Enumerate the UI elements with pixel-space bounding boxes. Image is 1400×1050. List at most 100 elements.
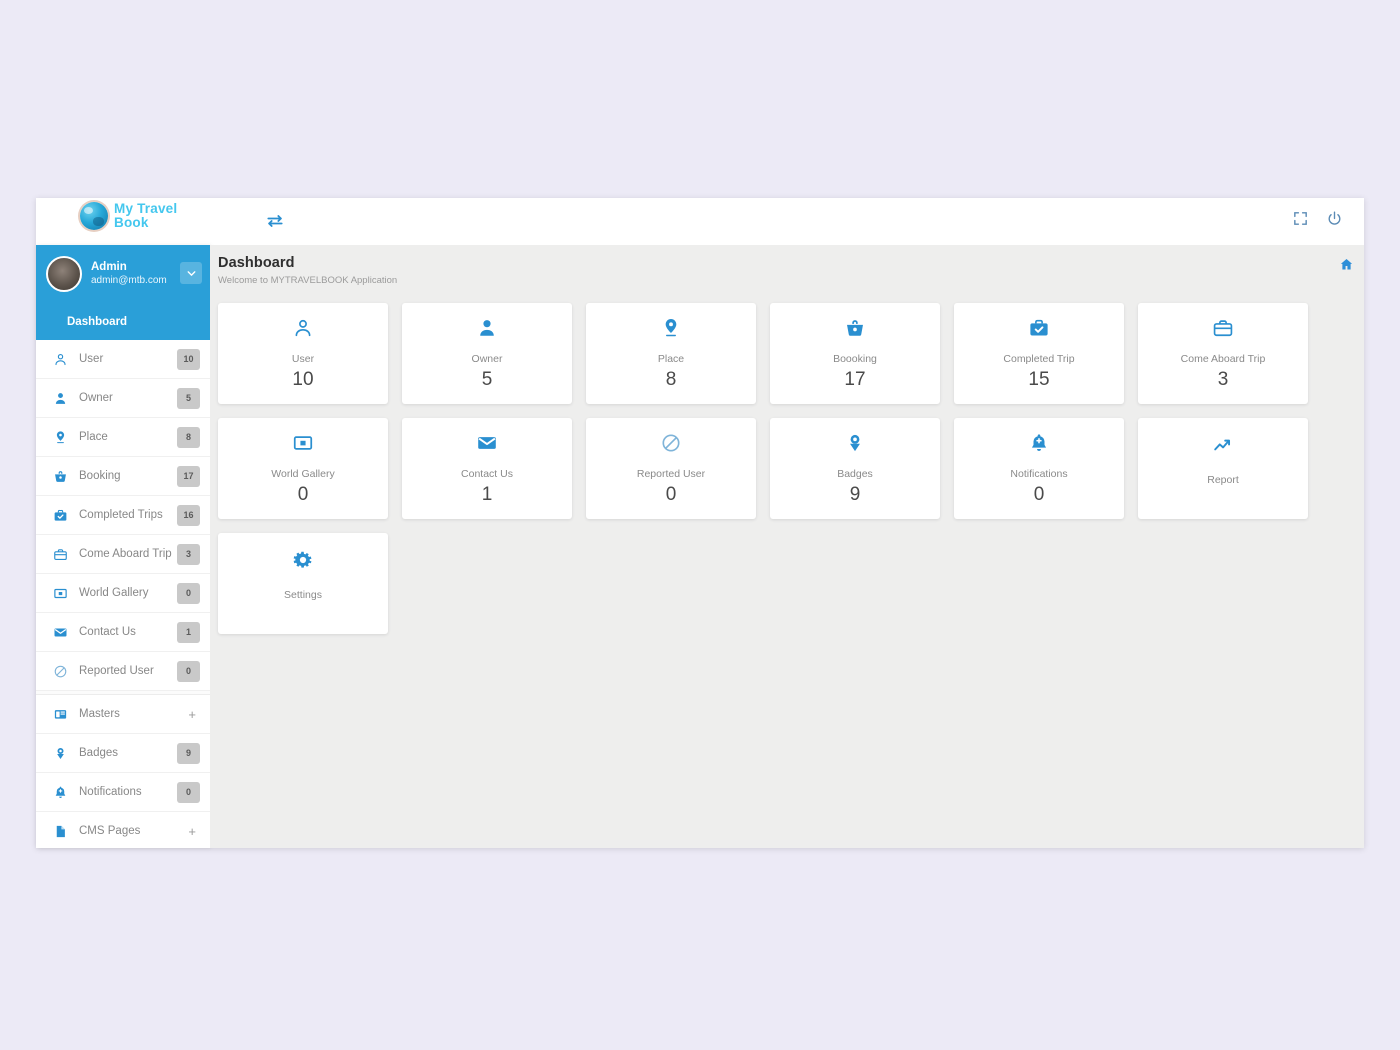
profile-block[interactable]: Admin admin@mtb.com bbox=[36, 245, 210, 303]
stat-card-label: Completed Trip bbox=[1003, 353, 1074, 365]
home-icon[interactable] bbox=[1339, 257, 1354, 272]
stat-card-label: Boooking bbox=[833, 353, 877, 365]
badge-icon bbox=[52, 745, 68, 761]
application-window: My Travel Book bbox=[36, 198, 1364, 848]
sidebar-item-label: Notifications bbox=[79, 786, 142, 798]
sidebar-item-badge: 5 bbox=[177, 388, 200, 409]
sidebar-item-notifications[interactable]: Notifications0 bbox=[36, 773, 210, 812]
briefcase-check-icon bbox=[52, 507, 68, 523]
logo-line-2: Book bbox=[114, 216, 177, 230]
stat-card-label: Owner bbox=[472, 353, 503, 365]
stat-card-come-aboard-trip[interactable]: Come Aboard Trip3 bbox=[1138, 303, 1308, 404]
top-header-bar: My Travel Book bbox=[36, 198, 1364, 246]
sidebar: Admin admin@mtb.com Dashboard User10 Own… bbox=[36, 245, 210, 848]
briefcase-check-icon bbox=[1028, 317, 1050, 339]
ban-icon bbox=[660, 432, 682, 454]
stat-card-label: Report bbox=[1207, 474, 1239, 486]
sidebar-item-booking[interactable]: Booking17 bbox=[36, 457, 210, 496]
sidebar-item-completed-trips[interactable]: Completed Trips 16 bbox=[36, 496, 210, 535]
stat-card-value: 0 bbox=[298, 484, 309, 506]
user-filled-icon bbox=[476, 317, 498, 339]
sidebar-item-badges[interactable]: Badges 9 bbox=[36, 734, 210, 773]
stat-card-value: 0 bbox=[1034, 484, 1045, 506]
basket-icon bbox=[52, 468, 68, 484]
sidebar-item-label: Completed Trips bbox=[79, 509, 163, 521]
sidebar-item-owner[interactable]: Owner 5 bbox=[36, 379, 210, 418]
user-outline-icon bbox=[292, 317, 314, 339]
stat-card-value: 5 bbox=[482, 369, 493, 391]
stat-card-report[interactable]: Report bbox=[1138, 418, 1308, 519]
expand-plus-icon[interactable]: + bbox=[188, 707, 196, 722]
mail-icon bbox=[52, 624, 68, 640]
stat-card-boooking[interactable]: Boooking 17 bbox=[770, 303, 940, 404]
stat-card-label: Badges bbox=[837, 468, 873, 480]
sidebar-item-label: World Gallery bbox=[79, 587, 148, 599]
logo-line-1: My Travel bbox=[114, 202, 177, 216]
expand-plus-icon[interactable]: + bbox=[188, 824, 196, 839]
stat-card-value: 17 bbox=[844, 369, 865, 391]
stat-card-label: Notifications bbox=[1010, 468, 1067, 480]
avatar bbox=[46, 256, 82, 292]
stat-card-label: World Gallery bbox=[271, 468, 334, 480]
badge-icon bbox=[844, 432, 866, 454]
sidebar-item-masters[interactable]: Masters+ bbox=[36, 695, 210, 734]
stat-card-place[interactable]: Place8 bbox=[586, 303, 756, 404]
sidebar-item-label: Badges bbox=[79, 747, 118, 759]
sidebar-item-world-gallery[interactable]: World Gallery0 bbox=[36, 574, 210, 613]
sidebar-item-come-aboard-trip[interactable]: Come Aboard Trip 3 bbox=[36, 535, 210, 574]
sidebar-item-label: Dashboard bbox=[67, 316, 127, 328]
stat-card-notifications[interactable]: Notifications 0 bbox=[954, 418, 1124, 519]
stat-card-owner[interactable]: Owner 5 bbox=[402, 303, 572, 404]
sidebar-item-badge: 10 bbox=[177, 349, 200, 370]
app-logo[interactable]: My Travel Book bbox=[80, 202, 177, 230]
briefcase-icon bbox=[1212, 317, 1234, 339]
header-actions bbox=[1292, 210, 1344, 228]
globe-icon bbox=[80, 202, 108, 230]
sidebar-item-label: Place bbox=[79, 431, 108, 443]
sidebar-item-badge: 1 bbox=[177, 622, 200, 643]
stat-card-badges[interactable]: Badges 9 bbox=[770, 418, 940, 519]
sidebar-item-user[interactable]: User 10 bbox=[36, 340, 210, 379]
page-header: Dashboard Welcome to MYTRAVELBOOK Applic… bbox=[210, 245, 1364, 297]
mail-icon bbox=[476, 432, 498, 454]
sidebar-item-badge: 17 bbox=[177, 466, 200, 487]
stat-card-value: 10 bbox=[292, 369, 313, 391]
power-icon[interactable] bbox=[1326, 210, 1344, 228]
sidebar-item-reported-user[interactable]: Reported User0 bbox=[36, 652, 210, 691]
stat-card-user[interactable]: User10 bbox=[218, 303, 388, 404]
stat-card-value: 9 bbox=[850, 484, 861, 506]
sidebar-item-badge: 3 bbox=[177, 544, 200, 565]
sidebar-item-dashboard[interactable]: Dashboard bbox=[36, 303, 210, 340]
sidebar-item-label: Come Aboard Trip bbox=[79, 548, 172, 560]
stat-card-value: 1 bbox=[482, 484, 493, 506]
sidebar-item-contact-us[interactable]: Contact Us1 bbox=[36, 613, 210, 652]
map-pin-icon bbox=[52, 429, 68, 445]
profile-name: Admin bbox=[91, 261, 167, 275]
sidebar-item-label: Owner bbox=[79, 392, 113, 404]
sidebar-toggle-icon[interactable] bbox=[264, 211, 286, 231]
sidebar-item-badge: 9 bbox=[177, 743, 200, 764]
stat-card-contact-us[interactable]: Contact Us1 bbox=[402, 418, 572, 519]
gear-icon bbox=[292, 549, 314, 571]
fullscreen-icon[interactable] bbox=[1292, 210, 1310, 228]
bell-plus-icon bbox=[52, 784, 68, 800]
chevron-down-icon[interactable] bbox=[180, 262, 202, 284]
stat-card-completed-trip[interactable]: Completed Trip15 bbox=[954, 303, 1124, 404]
stat-card-reported-user[interactable]: Reported User0 bbox=[586, 418, 756, 519]
logo-text: My Travel Book bbox=[114, 202, 177, 230]
sidebar-nav: Dashboard User10 Owner5 Place8 Booking17… bbox=[36, 303, 210, 848]
stat-card-world-gallery[interactable]: World Gallery 0 bbox=[218, 418, 388, 519]
sidebar-item-place[interactable]: Place 8 bbox=[36, 418, 210, 457]
sidebar-item-badge: 0 bbox=[177, 661, 200, 682]
stat-card-label: Reported User bbox=[637, 468, 705, 480]
profile-meta: Admin admin@mtb.com bbox=[91, 261, 167, 286]
stat-card-label: Come Aboard Trip bbox=[1181, 353, 1266, 365]
sidebar-item-label: User bbox=[79, 353, 103, 365]
sidebar-item-cms-pages[interactable]: CMS Pages+ bbox=[36, 812, 210, 848]
basket-icon bbox=[844, 317, 866, 339]
sidebar-item-badge: 8 bbox=[177, 427, 200, 448]
stat-card-settings[interactable]: Settings bbox=[218, 533, 388, 634]
stat-card-label: Settings bbox=[284, 589, 322, 601]
gallery-icon bbox=[292, 432, 314, 454]
sidebar-item-badge: 16 bbox=[177, 505, 200, 526]
